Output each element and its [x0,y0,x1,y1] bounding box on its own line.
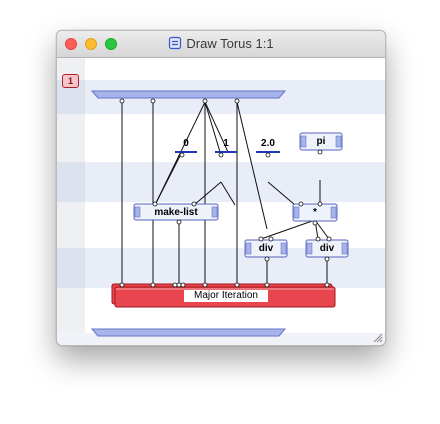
window-title-wrap: Draw Torus 1:1 [57,36,385,52]
resize-grip-icon[interactable] [372,332,383,343]
window-title: Draw Torus 1:1 [186,36,274,51]
divide-right-label: div [313,243,341,254]
make-list-label: make-list [141,207,211,218]
wires [121,101,330,286]
multiply-label: * [300,207,330,218]
input-bar[interactable] [90,90,287,99]
editor-window: Draw Torus 1:1 1 0 1 2.0 pi make-list * … [56,30,386,346]
constant-one[interactable] [215,151,237,158]
constant-one-label: 1 [223,138,229,149]
output-bar[interactable] [90,328,287,337]
constant-zero-label: 0 [183,138,189,149]
diagram-canvas[interactable]: 1 0 1 2.0 pi make-list * div div Major I… [57,58,385,345]
input-roots [119,98,240,104]
document-icon [169,36,182,50]
constant-two-label: 2.0 [261,138,275,149]
constant-two[interactable] [256,151,280,158]
divide-left-label: div [252,243,280,254]
major-iteration-label: Major Iteration [184,290,268,302]
title-bar[interactable]: Draw Torus 1:1 [57,31,385,58]
pi-label: pi [307,136,335,147]
